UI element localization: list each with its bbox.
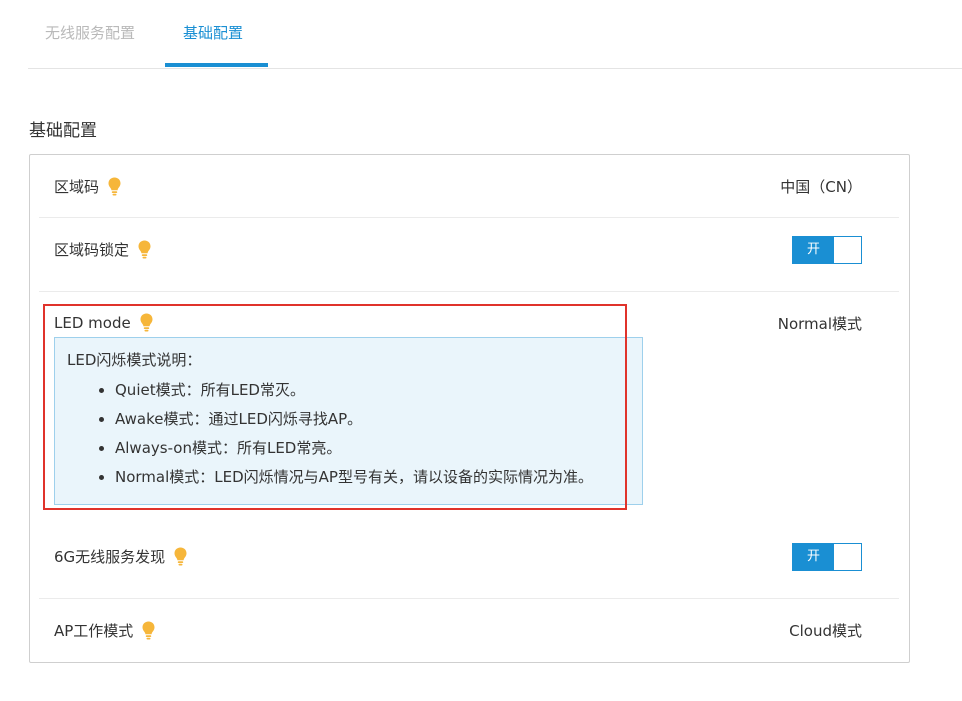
ap-work-mode-row-label: AP工作模式 bbox=[54, 620, 155, 641]
led-mode-tooltip: LED闪烁模式说明： Quiet模式：所有LED常灭。 Awake模式：通过LE… bbox=[54, 337, 643, 505]
tooltip-list: Quiet模式：所有LED常灭。 Awake模式：通过LED闪烁寻找AP。 Al… bbox=[67, 376, 593, 492]
led-mode-label: LED mode bbox=[54, 313, 131, 332]
discovery-6g-label: 6G无线服务发现 bbox=[54, 548, 166, 566]
tooltip-item-normal: Normal模式：LED闪烁情况与AP型号有关，请以设备的实际情况为准。 bbox=[115, 463, 593, 492]
region-lock-label: 区域码锁定 bbox=[54, 241, 130, 259]
section-title: 基础配置 bbox=[29, 121, 97, 141]
lightbulb-icon[interactable] bbox=[142, 621, 155, 640]
row-divider bbox=[39, 217, 899, 218]
ap-work-mode-value: Cloud模式 bbox=[789, 622, 862, 640]
toggle-on-label: 开 bbox=[793, 237, 834, 263]
toggle-knob bbox=[834, 237, 861, 263]
lightbulb-icon[interactable] bbox=[174, 547, 187, 566]
tooltip-title: LED闪烁模式说明： bbox=[67, 351, 202, 369]
tab-wireless-service-config[interactable]: 无线服务配置 bbox=[45, 22, 135, 43]
lightbulb-icon[interactable] bbox=[138, 240, 151, 259]
region-code-label: 区域码 bbox=[54, 178, 100, 196]
tooltip-item-quiet: Quiet模式：所有LED常灭。 bbox=[115, 376, 593, 405]
toggle-knob bbox=[834, 544, 861, 570]
led-mode-value: Normal模式 bbox=[777, 315, 862, 333]
region-code-row-label: 区域码 bbox=[54, 176, 121, 197]
tab-basic-config[interactable]: 基础配置 bbox=[183, 22, 243, 43]
tooltip-item-awake: Awake模式：通过LED闪烁寻找AP。 bbox=[115, 405, 593, 434]
led-mode-row-label: LED mode bbox=[54, 313, 153, 332]
row-divider bbox=[39, 598, 899, 599]
region-lock-row-label: 区域码锁定 bbox=[54, 239, 151, 260]
toggle-on-label: 开 bbox=[793, 544, 834, 570]
row-divider bbox=[39, 291, 899, 292]
tab-bar: 无线服务配置 基础配置 bbox=[28, 0, 962, 69]
discovery-6g-toggle[interactable]: 开 bbox=[792, 543, 862, 571]
region-code-value: 中国（CN） bbox=[780, 178, 862, 196]
lightbulb-icon[interactable] bbox=[108, 177, 121, 196]
region-lock-toggle[interactable]: 开 bbox=[792, 236, 862, 264]
active-tab-indicator bbox=[165, 63, 268, 67]
tooltip-item-always-on: Always-on模式：所有LED常亮。 bbox=[115, 434, 593, 463]
ap-work-mode-label: AP工作模式 bbox=[54, 622, 134, 640]
basic-config-panel: 区域码 中国（CN） 区域码锁定 开 LED mode Normal模式 LED… bbox=[29, 154, 910, 663]
discovery-6g-row-label: 6G无线服务发现 bbox=[54, 546, 187, 567]
lightbulb-icon[interactable] bbox=[140, 313, 153, 332]
